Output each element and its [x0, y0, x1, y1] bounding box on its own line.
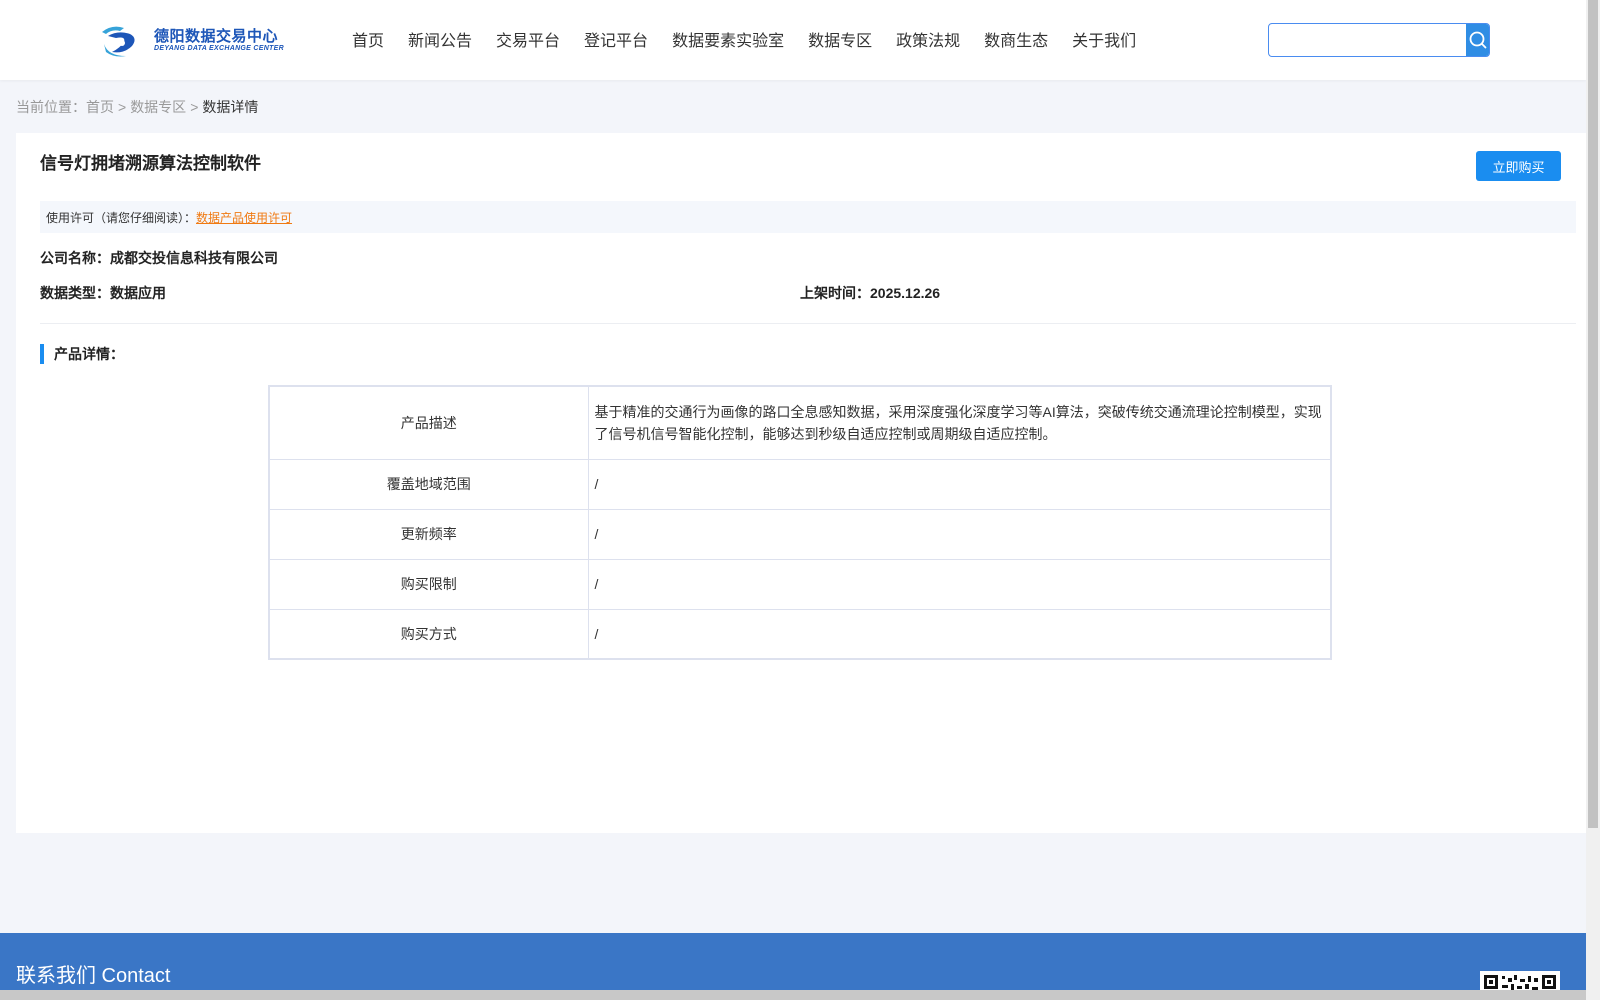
logo-mark-icon — [102, 26, 135, 57]
data-type-value: 数据应用 — [110, 285, 166, 301]
nav-item-data-zone[interactable]: 数据专区 — [808, 27, 872, 51]
breadcrumb-separator: > — [190, 99, 199, 115]
nav-item-policy[interactable]: 政策法规 — [896, 27, 960, 51]
license-link[interactable]: 数据产品使用许可 — [196, 209, 292, 226]
breadcrumb-separator: > — [118, 99, 127, 115]
horizontal-scrollbar[interactable] — [0, 990, 1586, 1000]
listed-date-value: 2025.12.26 — [870, 285, 941, 301]
nav-item-registration[interactable]: 登记平台 — [584, 27, 648, 51]
buy-now-button[interactable]: 立即购买 — [1476, 151, 1561, 181]
table-cell-value: / — [587, 608, 1332, 660]
data-type-label: 数据类型： — [40, 285, 110, 301]
table-cell-value: 基于精准的交通行为画像的路口全息感知数据，采用深度强化深度学习等AI算法，突破传… — [587, 385, 1332, 460]
vertical-scrollbar[interactable] — [1586, 0, 1600, 1000]
company-label: 公司名称： — [40, 250, 110, 266]
license-prefix: 使用许可（请您仔细阅读）： — [46, 210, 197, 225]
breadcrumb-home[interactable]: 首页 — [86, 99, 114, 115]
table-cell-label: 购买限制 — [268, 558, 589, 610]
search-box — [1268, 23, 1490, 57]
table-cell-value: / — [587, 458, 1332, 510]
product-title: 信号灯拥堵溯源算法控制软件 — [40, 154, 261, 173]
table-row: 更新频率 / — [268, 508, 1332, 560]
section-title: 产品详情： — [54, 346, 124, 362]
table-cell-label: 更新频率 — [268, 508, 589, 560]
nav-item-home[interactable]: 首页 — [352, 27, 384, 51]
site-header: 德阳数据交易中心 DEYANG DATA EXCHANGE CENTER 首页 … — [0, 0, 1586, 80]
table-cell-value: / — [587, 558, 1332, 610]
breadcrumb-prefix: 当前位置： — [16, 99, 86, 115]
breadcrumb-current: 数据详情 — [202, 99, 259, 115]
table-row: 购买限制 / — [268, 558, 1332, 610]
data-type-info: 数据类型：数据应用 — [40, 283, 166, 303]
nav-item-news[interactable]: 新闻公告 — [408, 27, 472, 51]
table-row: 覆盖地域范围 / — [268, 458, 1332, 510]
table-cell-label: 产品描述 — [268, 385, 589, 460]
footer-title: 联系我们 Contact — [16, 965, 171, 987]
product-detail-table: 产品描述 基于精准的交通行为画像的路口全息感知数据，采用深度强化深度学习等AI算… — [268, 385, 1332, 660]
company-name: 成都交投信息科技有限公司 — [110, 250, 278, 266]
scrollbar-thumb[interactable] — [1588, 0, 1598, 828]
table-cell-label: 购买方式 — [268, 608, 589, 660]
nav-item-trading[interactable]: 交易平台 — [496, 27, 560, 51]
table-cell-value: / — [587, 508, 1332, 560]
search-button[interactable] — [1466, 24, 1489, 56]
nav-item-about[interactable]: 关于我们 — [1072, 27, 1136, 51]
heading-accent-bar — [40, 344, 44, 364]
search-icon — [1469, 31, 1486, 49]
product-detail-heading: 产品详情： — [40, 344, 124, 364]
logo-subtext: DEYANG DATA EXCHANGE CENTER — [154, 45, 284, 52]
company-info: 公司名称：成都交投信息科技有限公司 — [40, 248, 278, 268]
breadcrumb-section[interactable]: 数据专区 — [130, 99, 186, 115]
table-row: 产品描述 基于精准的交通行为画像的路口全息感知数据，采用深度强化深度学习等AI算… — [268, 385, 1332, 460]
table-cell-label: 覆盖地域范围 — [268, 458, 589, 510]
listed-date-label: 上架时间： — [800, 285, 870, 301]
search-input[interactable] — [1269, 24, 1466, 56]
main-nav: 首页 新闻公告 交易平台 登记平台 数据要素实验室 数据专区 政策法规 数商生态… — [352, 27, 1160, 51]
listed-date-info: 上架时间：2025.12.26 — [800, 283, 940, 303]
site-logo[interactable]: 德阳数据交易中心 DEYANG DATA EXCHANGE CENTER — [98, 20, 284, 60]
divider — [40, 323, 1576, 324]
nav-item-ecosystem[interactable]: 数商生态 — [984, 27, 1048, 51]
logo-text: 德阳数据交易中心 — [154, 28, 279, 45]
nav-item-lab[interactable]: 数据要素实验室 — [672, 27, 784, 51]
breadcrumb: 当前位置：首页 > 数据专区 > 数据详情 — [16, 97, 258, 117]
product-card: 信号灯拥堵溯源算法控制软件 立即购买 使用许可（请您仔细阅读）： 数据产品使用许可… — [16, 133, 1586, 833]
license-notice: 使用许可（请您仔细阅读）： 数据产品使用许可 — [40, 201, 1576, 233]
table-row: 购买方式 / — [268, 608, 1332, 660]
